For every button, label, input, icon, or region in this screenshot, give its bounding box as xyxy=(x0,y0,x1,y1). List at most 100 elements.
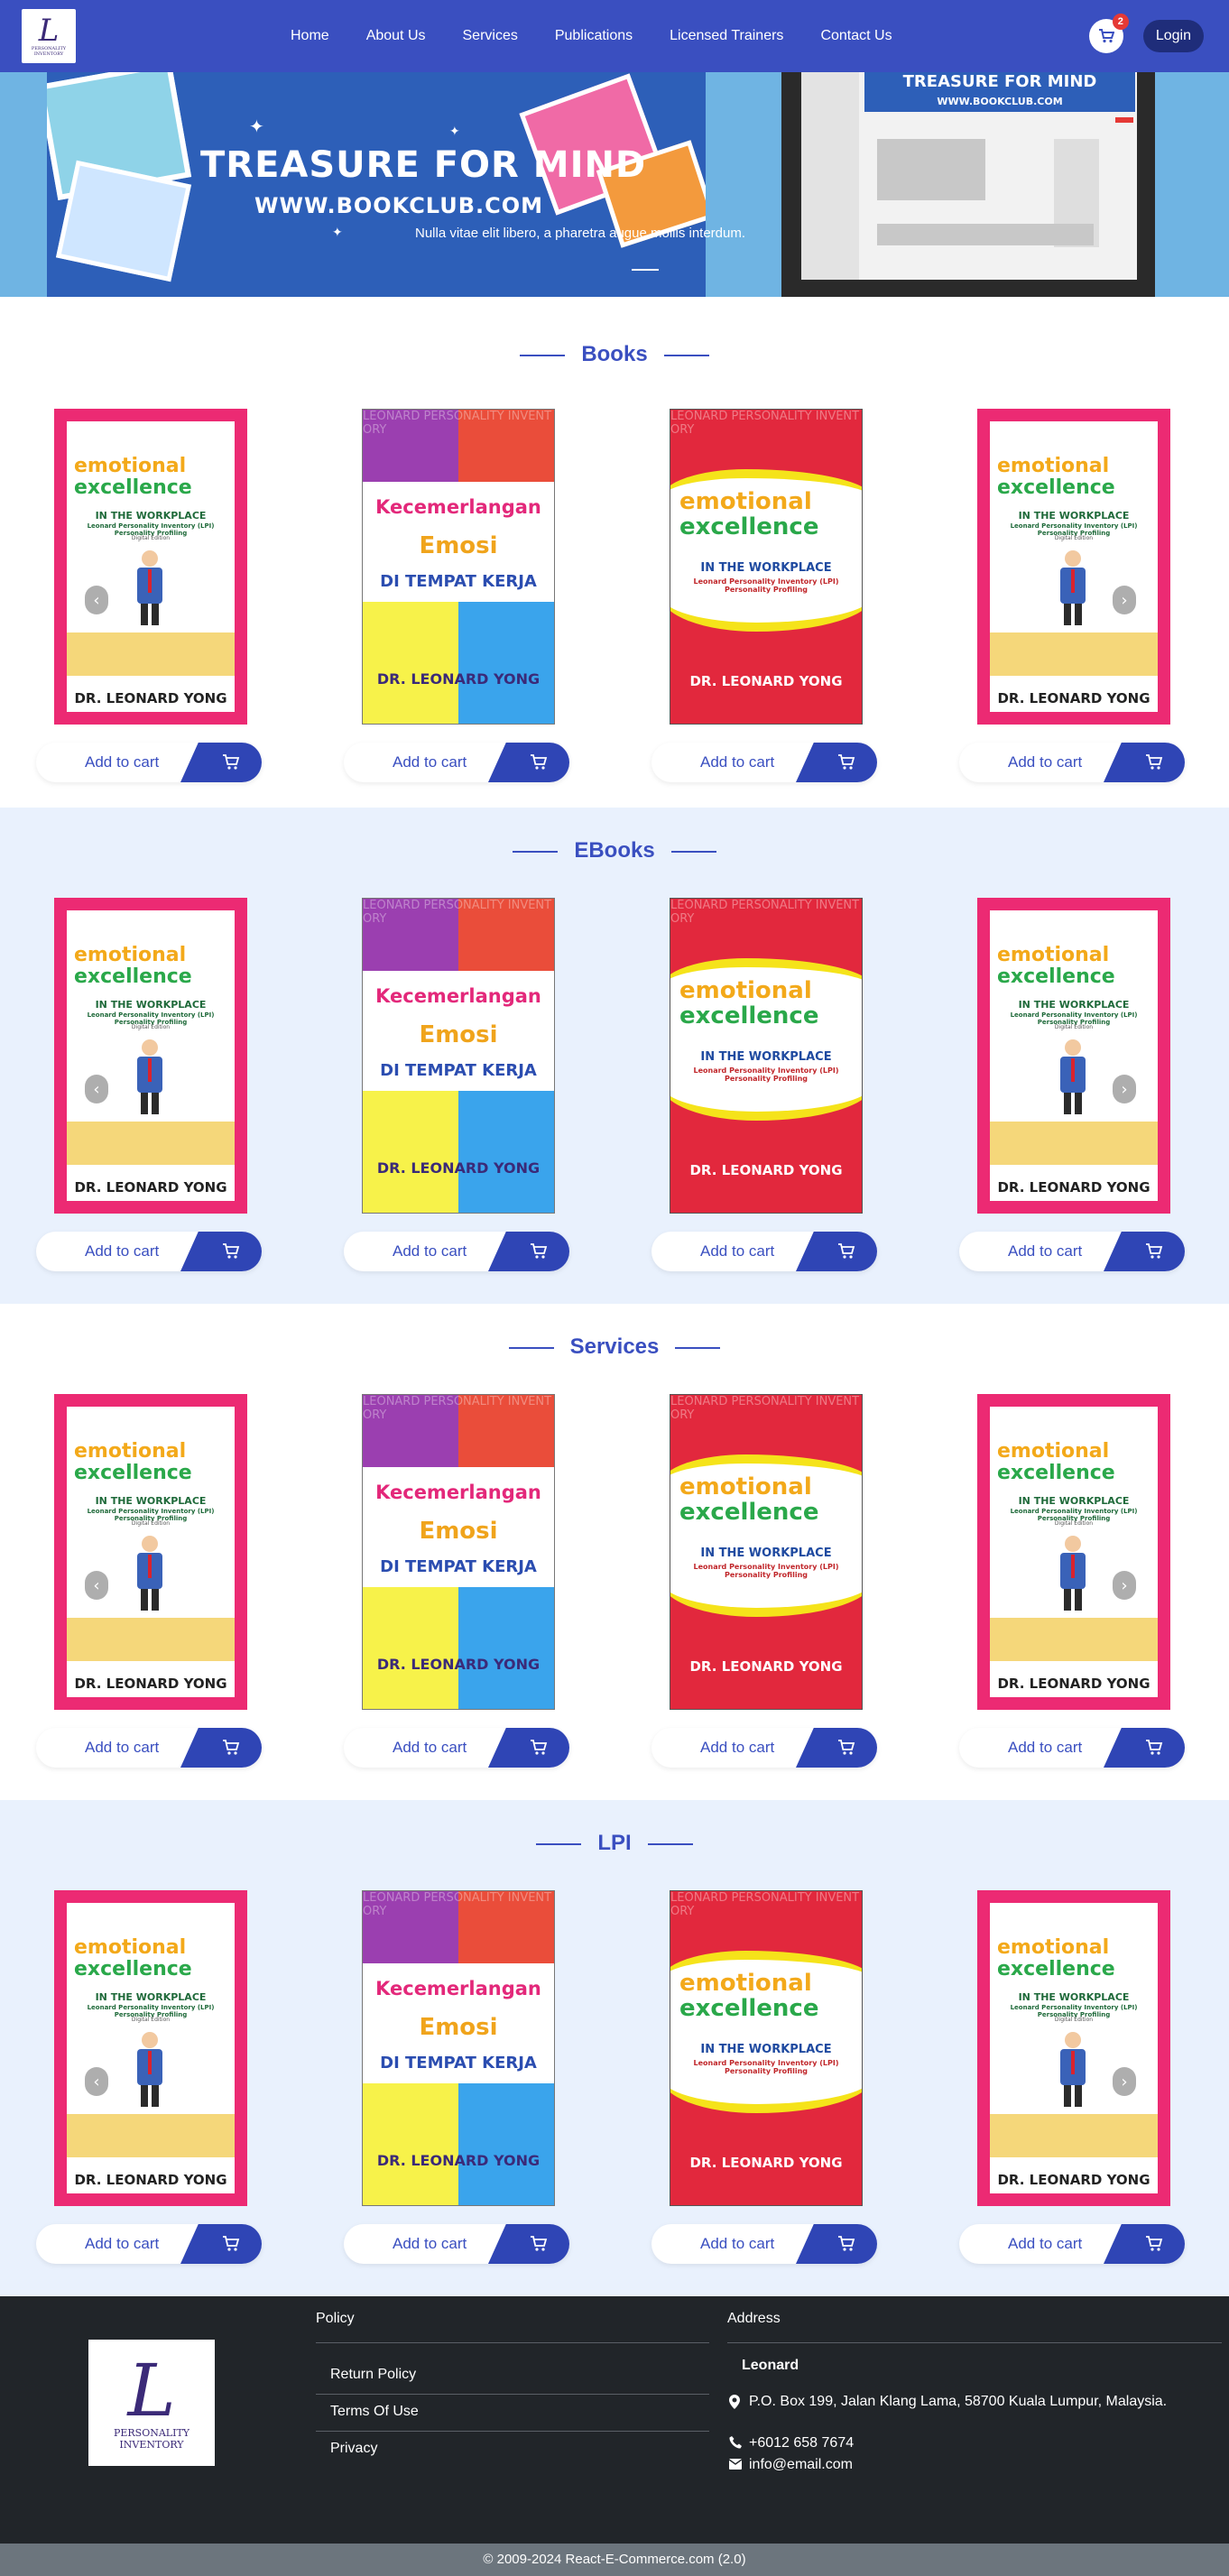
cover-author: DR. LEONARD YONG xyxy=(376,1159,541,1177)
book-cover-emotional-excellence[interactable]: emotional excellence IN THE WORKPLACE Leona… xyxy=(977,409,1170,725)
add-to-cart-button[interactable]: Add to cart xyxy=(36,743,262,782)
add-to-cart-icon-area[interactable] xyxy=(180,743,262,782)
carousel-prev-button[interactable]: ‹ xyxy=(85,1075,108,1103)
nav-links: Home About Us Services Publications Lice… xyxy=(291,0,929,72)
nav-link-contact-us[interactable]: Contact Us xyxy=(820,28,892,44)
cover-author: DR. LEONARD YONG xyxy=(74,2172,227,2188)
add-to-cart-icon-area[interactable] xyxy=(180,1232,262,1271)
carousel-prev-button[interactable]: ‹ xyxy=(85,1571,108,1600)
carousel-indicator[interactable] xyxy=(632,269,659,271)
hero-carousel: ✦ ✦ ✦ TREASURE FOR MIND WWW.BOOKCLUB.COM… xyxy=(0,72,1229,297)
terms-of-use-link[interactable]: Terms Of Use xyxy=(330,2404,419,2420)
add-to-cart-button[interactable]: Add to cart xyxy=(344,1232,569,1271)
privacy-link[interactable]: Privacy xyxy=(330,2441,377,2457)
add-to-cart-button[interactable]: Add to cart xyxy=(651,743,877,782)
book-cover-emotional-excellence[interactable]: emotional excellence IN THE WORKPLACE Leona… xyxy=(54,1890,247,2206)
add-to-cart-icon-area[interactable] xyxy=(796,1232,877,1271)
company-email[interactable]: info@email.com xyxy=(749,2457,853,2473)
book-cover-emotional-excellence[interactable]: emotional excellence IN THE WORKPLACE Leona… xyxy=(977,1890,1170,2206)
add-to-cart-icon-area[interactable] xyxy=(180,1728,262,1768)
preview-title: TREASURE FOR MIND xyxy=(902,72,1097,91)
hero-title: TREASURE FOR MIND xyxy=(200,144,647,186)
brand-logo[interactable]: L PERSONALITY INVENTORY xyxy=(22,9,76,63)
nav-link-licensed-trainers[interactable]: Licensed Trainers xyxy=(670,28,783,44)
title-rule xyxy=(520,354,566,356)
add-to-cart-icon-area[interactable] xyxy=(1104,743,1185,782)
add-to-cart-button[interactable]: Add to cart xyxy=(651,2224,877,2264)
add-to-cart-button[interactable]: Add to cart xyxy=(344,743,569,782)
book-cover-kecemerlangan-emosi[interactable]: LEONARD PERSONALITY INVENTORY Kecemerlang… xyxy=(362,1394,555,1710)
cover-author: DR. LEONARD YONG xyxy=(376,2152,541,2169)
add-to-cart-icon-area[interactable] xyxy=(180,2224,262,2264)
add-to-cart-button[interactable]: Add to cart xyxy=(344,2224,569,2264)
add-to-cart-button[interactable]: Add to cart xyxy=(959,743,1185,782)
add-to-cart-icon-area[interactable] xyxy=(488,1728,569,1768)
add-to-cart-icon-area[interactable] xyxy=(796,743,877,782)
cover-title-line1: emotional xyxy=(997,1936,1110,1959)
carousel-next-button[interactable]: › xyxy=(1113,1571,1136,1600)
cover-title-line1: Kecemerlangan xyxy=(375,496,541,518)
cover-inner: emotional excellence IN THE WORKPLACE Leona… xyxy=(990,1903,1158,2193)
add-to-cart-button[interactable]: Add to cart xyxy=(36,2224,262,2264)
return-policy-link[interactable]: Return Policy xyxy=(330,2367,416,2383)
add-to-cart-icon-area[interactable] xyxy=(1104,2224,1185,2264)
add-to-cart-button[interactable]: Add to cart xyxy=(651,1232,877,1271)
cover-title: emotional excellence xyxy=(997,456,1115,499)
book-cover-emotional-excellence-red[interactable]: LEONARD PERSONALITY INVENTORY emotional ex… xyxy=(670,1890,863,2206)
add-to-cart-button[interactable]: Add to cart xyxy=(959,1728,1185,1768)
cover-title: emotional excellence xyxy=(679,978,818,1029)
add-to-cart-icon-area[interactable] xyxy=(796,2224,877,2264)
cart-icon xyxy=(1146,1243,1163,1259)
company-phone: +6012 658 7674 xyxy=(749,2435,855,2451)
cover-title-line2: excellence xyxy=(74,965,192,988)
cover-band xyxy=(363,2083,458,2205)
nav-link-about-us[interactable]: About Us xyxy=(366,28,426,44)
add-to-cart-button[interactable]: Add to cart xyxy=(959,1232,1185,1271)
add-to-cart-button[interactable]: Add to cart xyxy=(36,1232,262,1271)
product-card: emotional excellence IN THE WORKPLACE Leona… xyxy=(36,1890,262,2269)
book-cover-kecemerlangan-emosi[interactable]: LEONARD PERSONALITY INVENTORY Kecemerlang… xyxy=(362,1890,555,2206)
product-section: EBooks emotional excellence IN THE WORKPLAC… xyxy=(0,808,1229,1304)
cover-title-line1: Kecemerlangan xyxy=(375,1978,541,1999)
add-to-cart-button[interactable]: Add to cart xyxy=(959,2224,1185,2264)
add-to-cart-icon-area[interactable] xyxy=(488,743,569,782)
nav-link-services[interactable]: Services xyxy=(463,28,518,44)
cart-icon xyxy=(838,754,855,770)
cart-icon xyxy=(531,1243,548,1259)
nav-link-home[interactable]: Home xyxy=(291,28,329,44)
carousel-prev-button[interactable]: ‹ xyxy=(85,2067,108,2096)
add-to-cart-label: Add to cart xyxy=(1008,1242,1083,1260)
book-cover-emotional-excellence[interactable]: emotional excellence IN THE WORKPLACE Leona… xyxy=(977,1394,1170,1710)
cart-icon xyxy=(838,1740,855,1755)
add-to-cart-button[interactable]: Add to cart xyxy=(36,1728,262,1768)
product-card: LEONARD PERSONALITY INVENTORY emotional ex… xyxy=(651,1394,877,1773)
add-to-cart-button[interactable]: Add to cart xyxy=(651,1728,877,1768)
cover-band xyxy=(363,1587,458,1709)
carousel-next-button[interactable]: › xyxy=(1113,1075,1136,1103)
cart-button[interactable]: 2 xyxy=(1088,14,1129,53)
add-to-cart-icon-area[interactable] xyxy=(1104,1728,1185,1768)
book-cover-kecemerlangan-emosi[interactable]: LEONARD PERSONALITY INVENTORY Kecemerlang… xyxy=(362,898,555,1214)
carousel-prev-button[interactable]: ‹ xyxy=(85,586,108,614)
carousel-next-button[interactable]: › xyxy=(1113,586,1136,614)
book-cover-emotional-excellence-red[interactable]: LEONARD PERSONALITY INVENTORY emotional ex… xyxy=(670,409,863,725)
add-to-cart-icon-area[interactable] xyxy=(1104,1232,1185,1271)
book-cover-emotional-excellence[interactable]: emotional excellence IN THE WORKPLACE Leona… xyxy=(54,898,247,1214)
add-to-cart-icon-area[interactable] xyxy=(796,1728,877,1768)
add-to-cart-button[interactable]: Add to cart xyxy=(344,1728,569,1768)
book-cover-emotional-excellence-red[interactable]: LEONARD PERSONALITY INVENTORY emotional ex… xyxy=(670,898,863,1214)
cover-subtitle: IN THE WORKPLACE xyxy=(1018,1495,1130,1507)
carousel-next-button[interactable]: › xyxy=(1113,2067,1136,2096)
product-section: Services emotional excellence IN THE WORKPL… xyxy=(0,1304,1229,1800)
add-to-cart-icon-area[interactable] xyxy=(488,2224,569,2264)
nav-link-publications[interactable]: Publications xyxy=(555,28,633,44)
book-cover-kecemerlangan-emosi[interactable]: LEONARD PERSONALITY INVENTORY Kecemerlang… xyxy=(362,409,555,725)
book-cover-emotional-excellence-red[interactable]: LEONARD PERSONALITY INVENTORY emotional ex… xyxy=(670,1394,863,1710)
book-cover-emotional-excellence[interactable]: emotional excellence IN THE WORKPLACE Leona… xyxy=(54,409,247,725)
add-to-cart-icon-area[interactable] xyxy=(488,1232,569,1271)
section-title-text: Services xyxy=(569,1334,660,1359)
book-cover-emotional-excellence[interactable]: emotional excellence IN THE WORKPLACE Leona… xyxy=(54,1394,247,1710)
login-button[interactable]: Login xyxy=(1142,20,1204,52)
product-section: LPI emotional excellence IN THE WORKPLACE Le… xyxy=(0,1800,1229,2296)
book-cover-emotional-excellence[interactable]: emotional excellence IN THE WORKPLACE Leona… xyxy=(977,898,1170,1214)
